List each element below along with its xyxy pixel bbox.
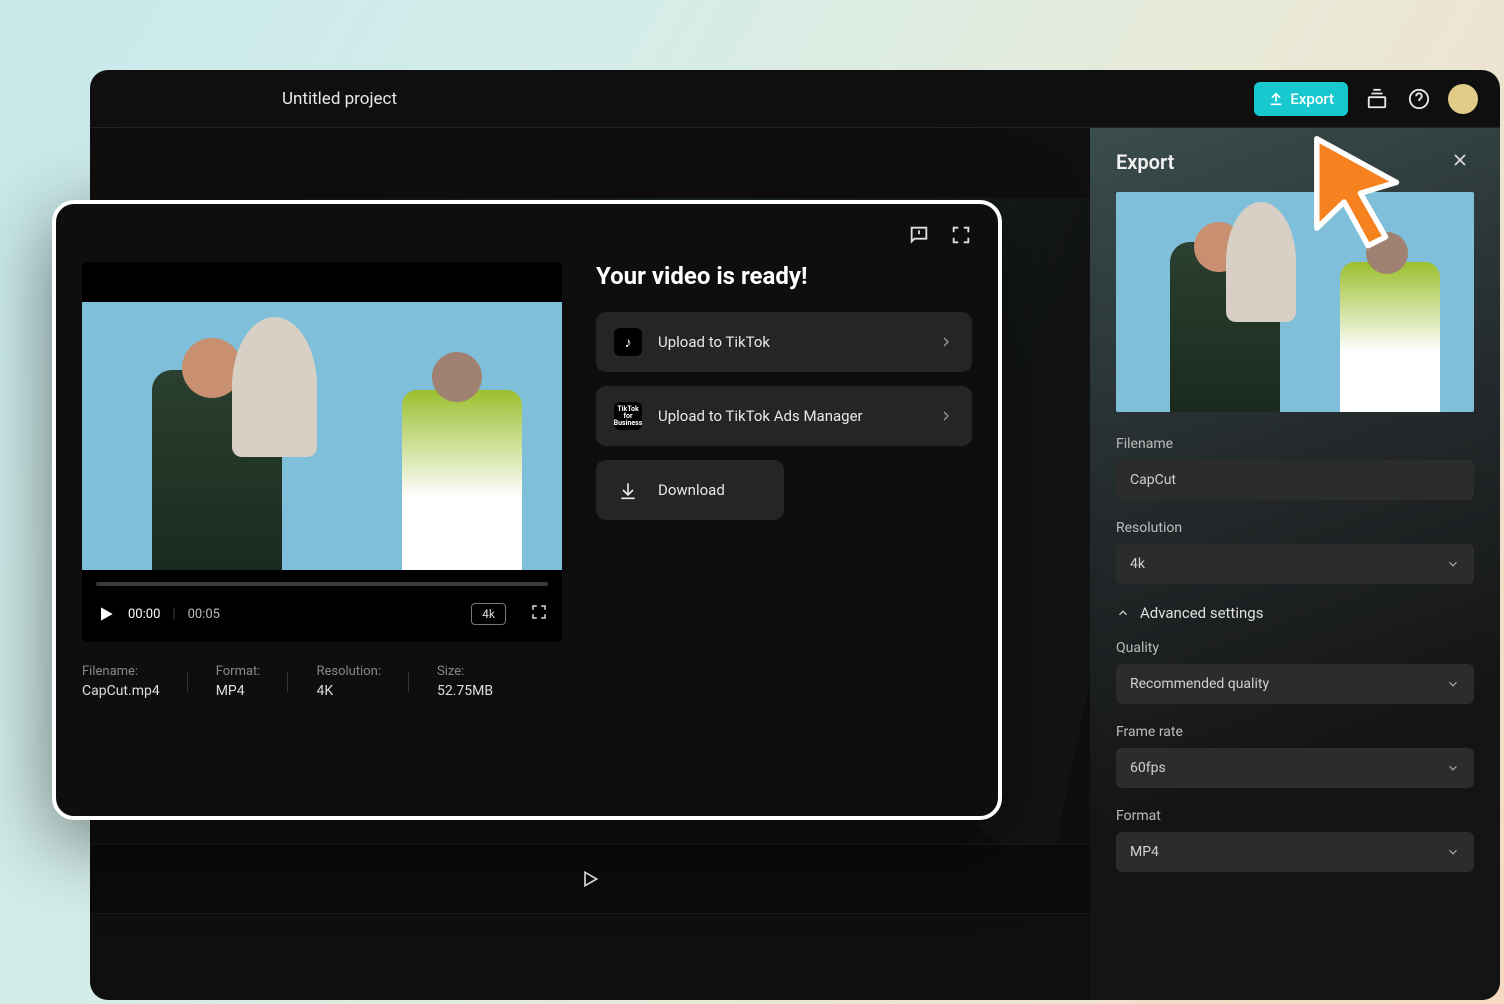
chevron-right-icon	[938, 334, 954, 350]
video-player: 00:00 | 00:05 4k Filename: CapCut.mp4 For…	[82, 262, 562, 699]
avatar[interactable]	[1448, 84, 1478, 114]
video-frame	[82, 302, 562, 570]
meta-resolution-label: Resolution:	[316, 664, 381, 679]
meta-format-label: Format:	[216, 664, 261, 679]
play-icon[interactable]	[96, 604, 116, 624]
format-select[interactable]: MP4	[1116, 832, 1474, 872]
feedback-icon[interactable]	[908, 224, 930, 250]
filename-label: Filename	[1116, 436, 1474, 452]
fullscreen-icon[interactable]	[530, 603, 548, 625]
time-display: 00:00 | 00:05	[128, 607, 220, 622]
resolution-select[interactable]: 4k	[1116, 544, 1474, 584]
projects-icon[interactable]	[1364, 86, 1390, 112]
project-title: Untitled project	[282, 89, 397, 109]
tiktok-business-icon: TikTokfor Business	[614, 402, 642, 430]
expand-icon[interactable]	[950, 224, 972, 250]
download-icon	[614, 476, 642, 504]
chevron-down-icon	[1446, 845, 1460, 859]
upload-tiktok-button[interactable]: ♪ Upload to TikTok	[596, 312, 972, 372]
upload-tiktok-ads-button[interactable]: TikTokfor Business Upload to TikTok Ads …	[596, 386, 972, 446]
filename-field[interactable]: CapCut	[1116, 460, 1474, 500]
help-icon[interactable]	[1406, 86, 1432, 112]
meta-filename-value: CapCut.mp4	[82, 683, 160, 699]
close-icon[interactable]	[1450, 150, 1474, 174]
resolution-label: Resolution	[1116, 520, 1474, 536]
meta-resolution-value: 4K	[316, 683, 381, 699]
play-icon[interactable]	[580, 869, 600, 889]
topbar: Untitled project Export	[90, 70, 1500, 128]
quality-select[interactable]: Recommended quality	[1116, 664, 1474, 704]
ready-title: Your video is ready!	[596, 262, 972, 290]
framerate-select[interactable]: 60fps	[1116, 748, 1474, 788]
export-panel-title: Export	[1116, 150, 1174, 174]
advanced-settings-toggle[interactable]: Advanced settings	[1116, 604, 1474, 622]
chevron-down-icon	[1446, 761, 1460, 775]
export-metadata: Filename: CapCut.mp4 Format: MP4 Resolutio…	[82, 664, 562, 699]
topbar-actions: Export	[1254, 82, 1478, 116]
chevron-up-icon	[1116, 606, 1130, 620]
framerate-label: Frame rate	[1116, 724, 1474, 740]
video-ready-modal: 00:00 | 00:05 4k Filename: CapCut.mp4 For…	[52, 200, 1002, 820]
export-button-label: Export	[1290, 90, 1334, 108]
tiktok-icon: ♪	[614, 328, 642, 356]
chevron-down-icon	[1446, 557, 1460, 571]
format-label: Format	[1116, 808, 1474, 824]
upload-icon	[1268, 91, 1284, 107]
meta-format-value: MP4	[216, 683, 261, 699]
timeline-playbar	[90, 844, 1090, 914]
scrubber[interactable]	[96, 582, 548, 586]
export-panel: Export Filename CapCut Resolution 4k Adv…	[1090, 128, 1500, 1000]
resolution-badge[interactable]: 4k	[471, 603, 506, 625]
meta-size-value: 52.75MB	[437, 683, 493, 699]
export-preview-thumbnail	[1116, 192, 1474, 412]
chevron-right-icon	[938, 408, 954, 424]
meta-size-label: Size:	[437, 664, 493, 679]
chevron-down-icon	[1446, 677, 1460, 691]
meta-filename-label: Filename:	[82, 664, 160, 679]
quality-label: Quality	[1116, 640, 1474, 656]
download-button[interactable]: Download	[596, 460, 784, 520]
export-button[interactable]: Export	[1254, 82, 1348, 116]
